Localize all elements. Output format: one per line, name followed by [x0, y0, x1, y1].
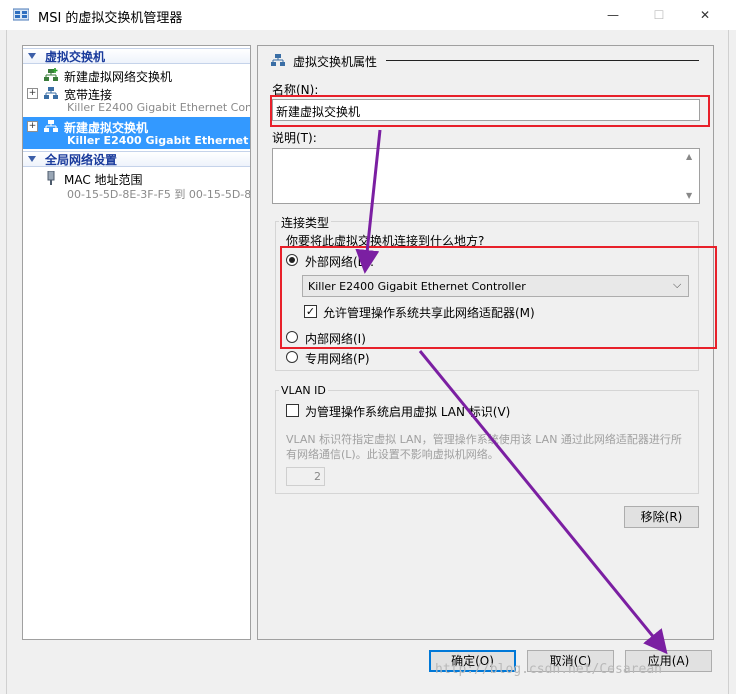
private-network-label[interactable]: 专用网络(P): [305, 350, 370, 367]
close-button[interactable]: ✕: [682, 0, 728, 30]
window-right-edge: [728, 30, 736, 694]
expand-icon[interactable]: +: [27, 88, 38, 99]
watermark: http://blog.csdn.net/Cesarean: [435, 662, 662, 677]
collapse-triangle-icon[interactable]: [28, 53, 36, 59]
annotation-highlight-external-network: [280, 246, 717, 349]
minimize-button[interactable]: —: [590, 0, 636, 30]
tree-item-broadband-connection[interactable]: + 宽带连接 Killer E2400 Gigabit Ethernet Con…: [23, 84, 250, 116]
close-icon: ✕: [699, 8, 711, 22]
tree-header-global-network-settings[interactable]: 全局网络设置: [23, 151, 250, 167]
network-switch-icon: [44, 120, 58, 132]
minimize-icon: —: [607, 8, 619, 22]
add-network-switch-icon: [44, 68, 58, 81]
annotation-highlight-name: [270, 95, 710, 127]
private-network-radio[interactable]: [286, 351, 298, 363]
remove-button[interactable]: 移除(R): [624, 506, 699, 528]
vlan-id-input[interactable]: 2: [286, 467, 325, 486]
virtual-switch-manager-icon: [13, 8, 29, 21]
window-left-edge: [0, 30, 7, 694]
tree-item-mac-address-range[interactable]: MAC 地址范围 00-15-5D-8E-3F-F5 到 00-15-5D-8.…: [23, 169, 250, 201]
vlan-description: VLAN 标识符指定虚拟 LAN，管理操作系统使用该 LAN 通过此网络适配器进…: [286, 433, 682, 461]
connection-type-title: 连接类型: [279, 214, 332, 231]
tree-item-adapter: Killer E2400 Gigabit Ethernet C...: [67, 134, 250, 147]
navigation-tree[interactable]: 虚拟交换机 新建虚拟网络交换机 + 宽带连接 Killer E2400 Giga…: [22, 45, 251, 640]
enable-vlan-label[interactable]: 为管理操作系统启用虚拟 LAN 标识(V): [305, 403, 510, 420]
tree-item-new-virtual-switch[interactable]: + 新建虚拟交换机 Killer E2400 Gigabit Ethernet …: [23, 117, 250, 149]
scroll-down-icon[interactable]: ▼: [686, 192, 694, 200]
title-bar[interactable]: MSI 的虚拟交换机管理器 — ☐ ✕: [0, 0, 736, 30]
tree-header-virtual-switches[interactable]: 虚拟交换机: [23, 48, 250, 64]
network-switch-icon: [271, 54, 285, 66]
collapse-triangle-icon[interactable]: [28, 156, 36, 162]
notes-label: 说明(T):: [272, 131, 317, 145]
network-switch-icon: [44, 87, 58, 99]
expand-icon[interactable]: +: [27, 121, 38, 132]
network-adapter-icon: [47, 171, 55, 185]
maximize-icon: ☐: [653, 8, 665, 22]
maximize-button[interactable]: ☐: [636, 0, 682, 30]
scroll-up-icon[interactable]: ▲: [686, 153, 694, 161]
tree-header-label: 全局网络设置: [45, 153, 118, 167]
header-divider: [386, 60, 699, 61]
tree-item-label: 新建虚拟网络交换机: [64, 70, 173, 84]
window-title: MSI 的虚拟交换机管理器: [38, 11, 183, 26]
tree-header-label: 虚拟交换机: [45, 50, 106, 64]
tree-item-new-virtual-network-switch[interactable]: 新建虚拟网络交换机: [23, 66, 250, 84]
tree-item-mac-range: 00-15-5D-8E-3F-F5 到 00-15-5D-8...: [67, 188, 250, 201]
tree-item-adapter: Killer E2400 Gigabit Ethernet Contr...: [67, 101, 250, 114]
properties-header: 虚拟交换机属性: [293, 55, 378, 69]
enable-vlan-checkbox[interactable]: [286, 404, 299, 417]
vlan-title: VLAN ID: [279, 384, 328, 397]
notes-textarea[interactable]: [272, 148, 700, 204]
